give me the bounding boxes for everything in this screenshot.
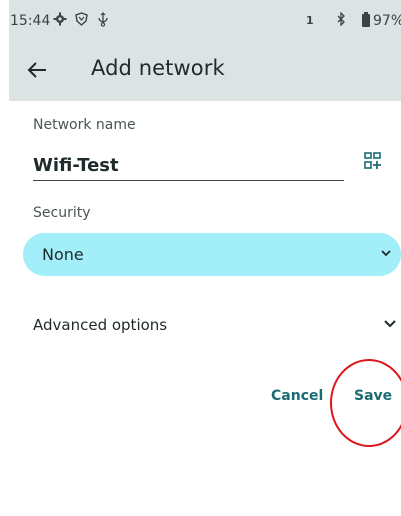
- back-button[interactable]: [22, 55, 52, 85]
- battery-icon: [362, 12, 370, 27]
- network-name-label: Network name: [33, 117, 136, 133]
- add-network-screen: 15:44 1 97% Add network Network name: [9, 0, 401, 516]
- advanced-options-chevron-icon[interactable]: [383, 319, 397, 328]
- gear-icon: [53, 12, 67, 32]
- highlight-circle: [330, 359, 401, 447]
- cancel-button[interactable]: Cancel: [271, 388, 323, 404]
- network-name-input[interactable]: [33, 150, 344, 181]
- chevron-down-icon: [381, 250, 391, 257]
- sim-icon: 1: [306, 12, 314, 30]
- battery-percent: 97%: [373, 13, 401, 29]
- shield-icon: [75, 12, 88, 32]
- page-title: Add network: [91, 56, 225, 80]
- arrow-back-icon: [27, 62, 46, 78]
- qr-code-icon[interactable]: [364, 152, 382, 170]
- usb-icon: [97, 12, 109, 33]
- status-bar: 15:44 1 97%: [9, 0, 401, 44]
- sim-label: 1: [306, 14, 314, 27]
- security-select[interactable]: None: [23, 233, 401, 276]
- security-label: Security: [33, 205, 91, 221]
- status-time: 15:44: [10, 13, 51, 29]
- bluetooth-icon: [336, 11, 346, 32]
- app-bar: 15:44 1 97% Add network: [9, 0, 401, 101]
- security-value: None: [42, 245, 84, 264]
- advanced-options-label[interactable]: Advanced options: [33, 316, 167, 334]
